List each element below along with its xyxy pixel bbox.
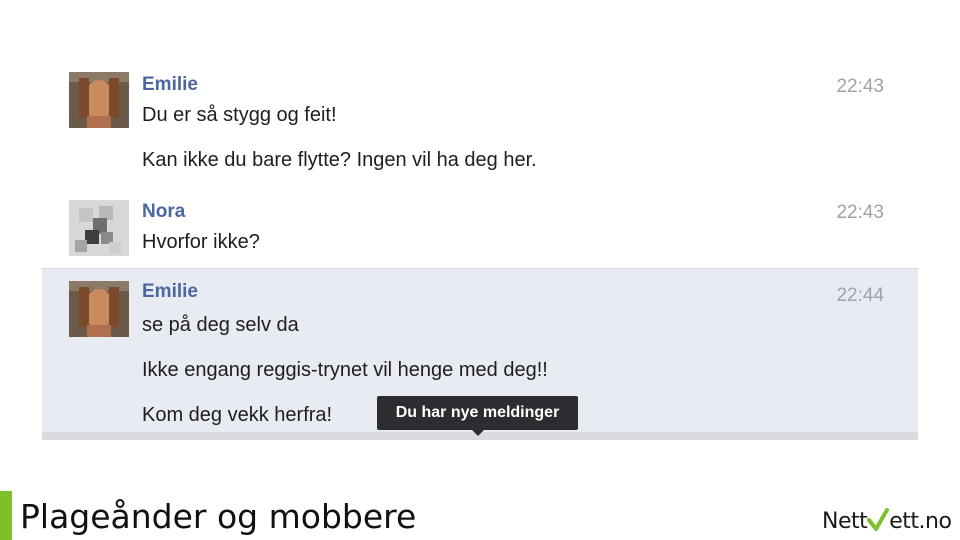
logo-text-left: Nett (822, 509, 868, 534)
message-text: Kan ikke du bare flytte? Ingen vil ha de… (142, 149, 537, 171)
logo-text-right: ett.no (889, 509, 952, 534)
new-messages-tooltip[interactable]: Du har nye meldinger (377, 396, 578, 430)
message-sender[interactable]: Emilie (142, 281, 198, 303)
checkmark-icon (867, 508, 890, 531)
message-sender[interactable]: Emilie (142, 74, 198, 96)
emilie-avatar[interactable] (69, 72, 129, 128)
message-time: 22:43 (836, 76, 884, 97)
slide-title: Plageånder og mobbere (20, 497, 417, 536)
chat-window: Emilie 22:43 Du er så stygg og feit! Kan… (42, 60, 918, 445)
message-group: Emilie 22:43 Du er så stygg og feit! Kan… (42, 60, 918, 190)
tooltip-arrow-icon (472, 430, 484, 436)
message-text: Kom deg vekk herfra! (142, 404, 333, 426)
message-text: Du er så stygg og feit! (142, 104, 337, 126)
nora-avatar[interactable] (69, 200, 129, 256)
nettvett-logo: Nett ett.no (822, 508, 952, 534)
message-text: se på deg selv da (142, 314, 299, 336)
accent-bar (0, 491, 12, 540)
message-text: Hvorfor ikke? (142, 231, 260, 253)
message-time: 22:44 (836, 285, 884, 306)
message-sender[interactable]: Nora (142, 201, 185, 223)
emilie-avatar[interactable] (69, 281, 129, 337)
message-group: Nora 22:43 Hvorfor ikke? (42, 190, 918, 268)
message-text: Ikke engang reggis-trynet vil henge med … (142, 359, 548, 381)
message-time: 22:43 (836, 202, 884, 223)
